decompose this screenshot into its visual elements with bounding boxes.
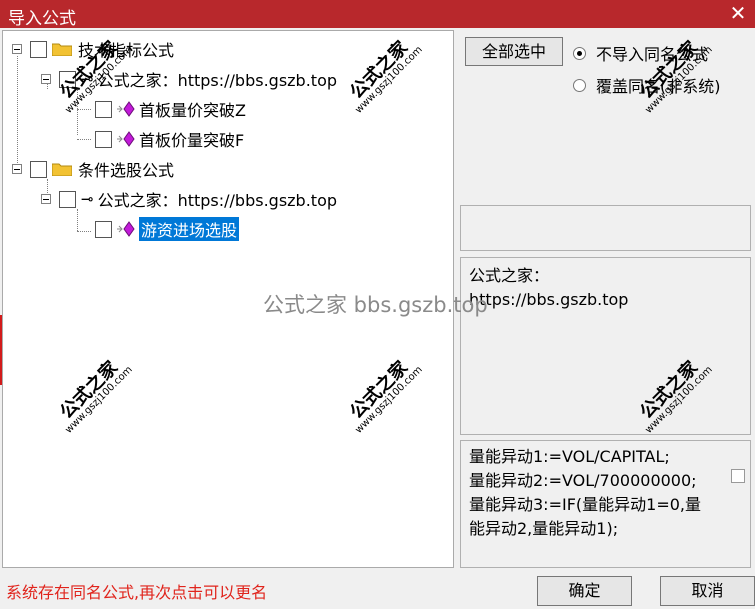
status-message: 系统存在同名公式,再次点击可以更名 bbox=[6, 583, 268, 602]
tree-connector bbox=[77, 231, 91, 232]
radio-overwrite[interactable]: 覆盖同名(非系统) bbox=[573, 73, 721, 97]
ok-button[interactable]: 确定 bbox=[537, 576, 632, 606]
code-line: 量能异动2:=VOL/700000000; bbox=[469, 471, 697, 490]
folder-icon bbox=[52, 43, 72, 56]
radio-skip-label: 不导入同名公式 bbox=[596, 45, 709, 64]
folder-icon bbox=[52, 163, 72, 176]
group1-checkbox[interactable] bbox=[30, 40, 47, 58]
tree-node-group2[interactable]: 条件选股公式 bbox=[12, 156, 174, 182]
formula-label: 游资进场选股 bbox=[139, 217, 240, 241]
key-icon: ⊸ bbox=[81, 190, 94, 208]
formula-gem-icon bbox=[117, 101, 135, 117]
tree-node-group2-author[interactable]: ⊸ 公式之家：https://bbs.gszb.top bbox=[41, 186, 337, 212]
tree-node-formula[interactable]: 首板价量突破F bbox=[95, 126, 244, 152]
formula-gem-icon bbox=[117, 131, 135, 147]
collapse-icon[interactable] bbox=[12, 44, 22, 54]
empty-field bbox=[460, 205, 751, 251]
code-checkbox[interactable] bbox=[731, 469, 745, 483]
formula-label: 首板价量突破F bbox=[139, 131, 245, 150]
group2-label: 条件选股公式 bbox=[78, 161, 175, 180]
info-panel: 公式之家： https://bbs.gszb.top bbox=[460, 257, 751, 435]
info-line: 公式之家： bbox=[469, 266, 550, 285]
tree-connector bbox=[77, 89, 78, 135]
close-icon: ✕ bbox=[729, 1, 747, 25]
tree-connector bbox=[77, 209, 78, 231]
code-line: 能异动2,量能异动1); bbox=[469, 519, 619, 538]
radio-checked-icon[interactable] bbox=[573, 46, 586, 60]
collapse-icon[interactable] bbox=[12, 164, 22, 174]
formula-gem-icon bbox=[117, 221, 135, 237]
radio-skip-duplicates[interactable]: 不导入同名公式 bbox=[573, 41, 708, 65]
title-bar: 导入公式 ✕ bbox=[0, 0, 755, 29]
radio-unchecked-icon[interactable] bbox=[573, 78, 586, 92]
tree-node-group1[interactable]: 技术指标公式 bbox=[12, 36, 174, 62]
tree-connector bbox=[17, 56, 18, 169]
formula-tree[interactable]: 技术指标公式 ⊸ 公式之家：https://bbs.gszb.top 首板量价突… bbox=[2, 30, 454, 568]
cancel-button[interactable]: 取消 bbox=[660, 576, 755, 606]
close-button[interactable]: ✕ bbox=[721, 0, 755, 28]
tree-node-formula[interactable]: 首板量价突破Z bbox=[95, 96, 246, 122]
info-line: https://bbs.gszb.top bbox=[469, 290, 629, 309]
formula-checkbox[interactable] bbox=[95, 220, 112, 238]
select-all-button[interactable]: 全部选中 bbox=[465, 37, 563, 66]
tree-node-formula-selected[interactable]: 游资进场选股 bbox=[95, 216, 240, 242]
formula-label: 首板量价突破Z bbox=[139, 101, 246, 120]
group2-author-label: 公式之家：https://bbs.gszb.top bbox=[97, 191, 338, 210]
window-title: 导入公式 bbox=[8, 9, 76, 29]
collapse-icon[interactable] bbox=[41, 74, 51, 84]
code-line: 量能异动3:=IF(量能异动1=0,量 bbox=[469, 495, 701, 514]
formula-checkbox[interactable] bbox=[95, 130, 112, 148]
group1-label: 技术指标公式 bbox=[78, 41, 175, 60]
group1-author-label: 公式之家：https://bbs.gszb.top bbox=[97, 71, 338, 90]
group2-checkbox[interactable] bbox=[30, 160, 47, 178]
group2-author-checkbox[interactable] bbox=[59, 190, 76, 208]
code-line: 量能异动1:=VOL/CAPITAL; bbox=[469, 447, 670, 466]
formula-checkbox[interactable] bbox=[95, 100, 112, 118]
tree-connector bbox=[77, 109, 91, 110]
key-icon: ⊸ bbox=[81, 70, 94, 88]
collapse-icon[interactable] bbox=[41, 194, 51, 204]
tree-node-group1-author[interactable]: ⊸ 公式之家：https://bbs.gszb.top bbox=[41, 66, 337, 92]
code-panel[interactable]: 量能异动1:=VOL/CAPITAL; 量能异动2:=VOL/700000000… bbox=[460, 440, 751, 568]
group1-author-checkbox[interactable] bbox=[59, 70, 76, 88]
tree-connector bbox=[77, 139, 91, 140]
radio-overwrite-label: 覆盖同名(非系统) bbox=[596, 77, 721, 96]
